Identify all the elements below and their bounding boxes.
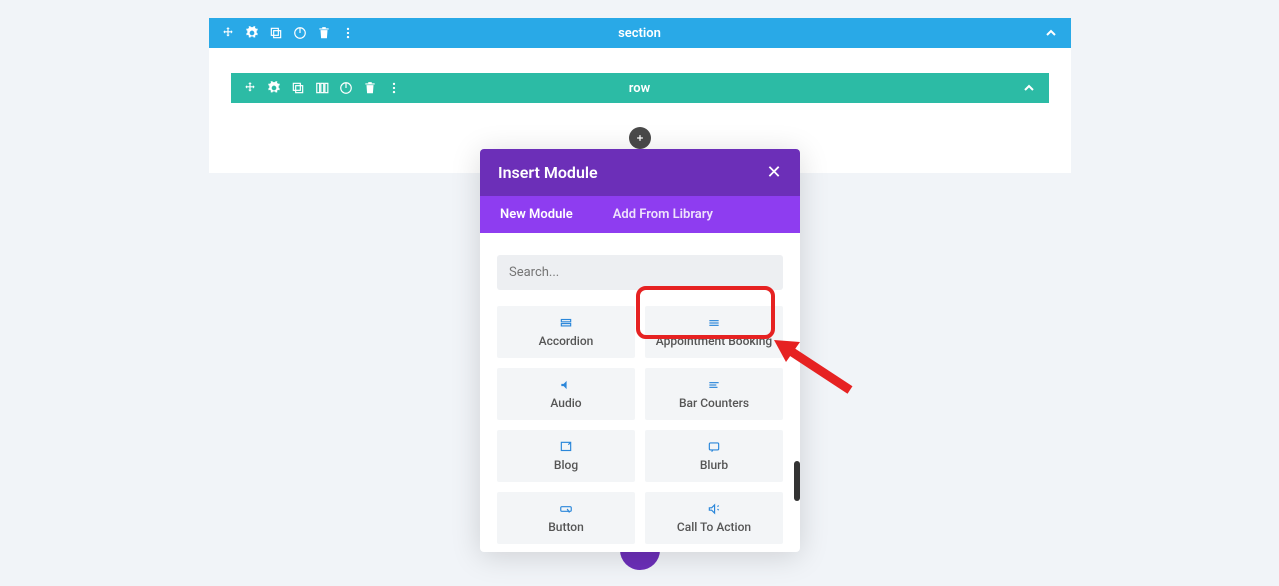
blog-icon (503, 440, 629, 454)
close-icon[interactable]: ✕ (766, 165, 782, 181)
duplicate-icon[interactable] (269, 26, 283, 40)
row-label: row (629, 81, 650, 96)
module-label: Call To Action (651, 520, 777, 534)
section-label: section (618, 26, 661, 41)
search-input[interactable] (497, 255, 783, 290)
blurb-icon (651, 440, 777, 454)
accordion-icon (503, 316, 629, 330)
audio-icon (503, 378, 629, 392)
delete-icon[interactable] (363, 81, 377, 95)
modal-header: Insert Module ✕ (480, 149, 800, 196)
cta-icon (651, 502, 777, 516)
module-label: Button (503, 520, 629, 534)
settings-icon[interactable] (267, 81, 281, 95)
module-blog[interactable]: Blog (497, 430, 635, 482)
columns-icon[interactable] (315, 81, 329, 95)
module-label: Audio (503, 396, 629, 410)
module-appointment-booking[interactable]: Appointment Booking (645, 306, 783, 358)
module-label: Blog (503, 458, 629, 472)
collapse-section-icon[interactable] (1043, 25, 1059, 41)
modal-body: Accordion Appointment Booking Audio Bar … (480, 233, 800, 552)
row-toolbar (243, 81, 401, 95)
module-bar-counters[interactable]: Bar Counters (645, 368, 783, 420)
add-module-button[interactable] (629, 127, 651, 149)
modal-tabs: New Module Add From Library (480, 196, 800, 233)
insert-module-modal: Insert Module ✕ New Module Add From Libr… (480, 149, 800, 552)
move-icon[interactable] (243, 81, 257, 95)
tab-new-module[interactable]: New Module (480, 196, 593, 233)
appointment-icon (651, 316, 777, 330)
tab-add-from-library[interactable]: Add From Library (593, 196, 733, 233)
power-icon[interactable] (339, 81, 353, 95)
modal-title: Insert Module (498, 163, 598, 182)
scrollbar[interactable] (794, 461, 800, 501)
section-toolbar (221, 26, 355, 40)
move-icon[interactable] (221, 26, 235, 40)
button-icon (503, 502, 629, 516)
settings-icon[interactable] (245, 26, 259, 40)
module-label: Appointment Booking (651, 334, 777, 348)
module-blurb[interactable]: Blurb (645, 430, 783, 482)
module-label: Bar Counters (651, 396, 777, 410)
module-call-to-action[interactable]: Call To Action (645, 492, 783, 544)
bars-icon (651, 378, 777, 392)
module-button[interactable]: Button (497, 492, 635, 544)
section-bar: section (209, 18, 1071, 48)
module-label: Accordion (503, 334, 629, 348)
module-label: Blurb (651, 458, 777, 472)
module-audio[interactable]: Audio (497, 368, 635, 420)
duplicate-icon[interactable] (291, 81, 305, 95)
row-bar: row (231, 73, 1049, 103)
power-icon[interactable] (293, 26, 307, 40)
delete-icon[interactable] (317, 26, 331, 40)
more-icon[interactable] (341, 26, 355, 40)
more-icon[interactable] (387, 81, 401, 95)
collapse-row-icon[interactable] (1021, 80, 1037, 96)
module-accordion[interactable]: Accordion (497, 306, 635, 358)
modules-grid: Accordion Appointment Booking Audio Bar … (497, 306, 783, 544)
